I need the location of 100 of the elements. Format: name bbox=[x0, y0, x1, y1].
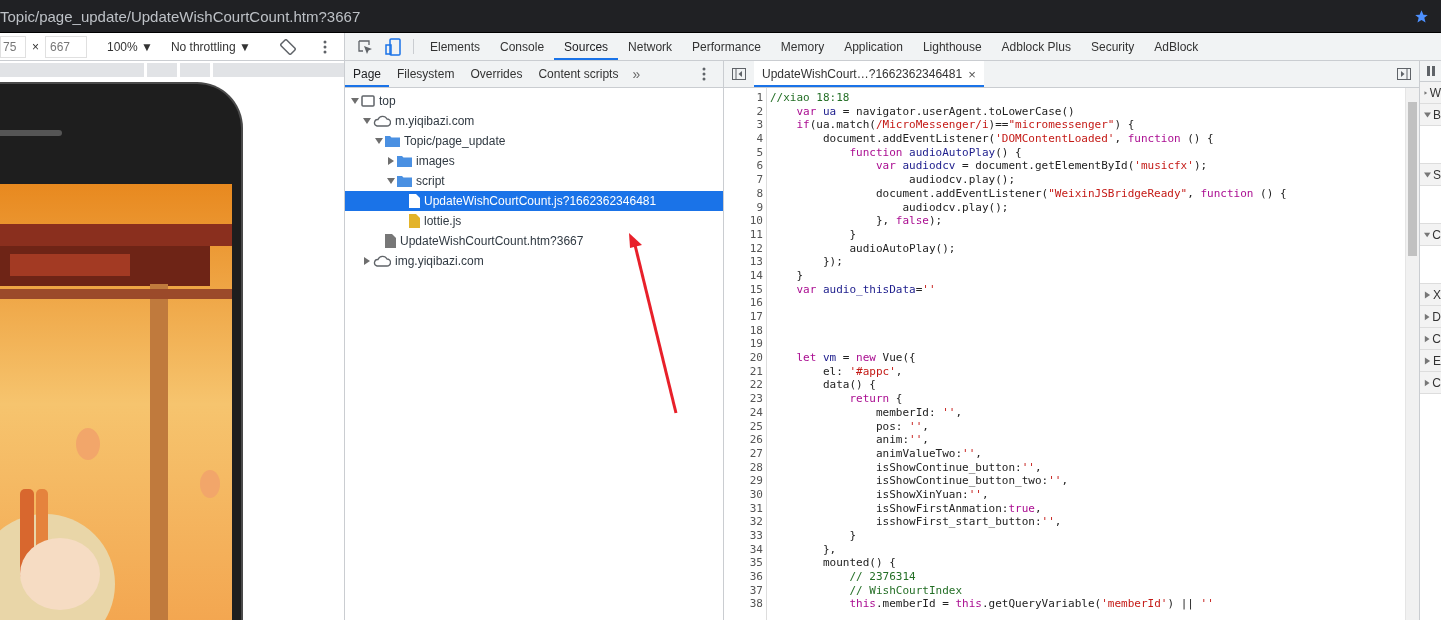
star-icon[interactable] bbox=[1414, 8, 1429, 24]
code-line: animValueTwo:'', bbox=[874, 446, 983, 461]
line-number: 9 bbox=[755, 200, 764, 215]
panel-tab[interactable]: Security bbox=[1080, 33, 1145, 60]
tree-item[interactable]: top bbox=[345, 91, 723, 111]
panel-tab[interactable]: Memory bbox=[770, 33, 835, 60]
tree-item[interactable]: img.yiqibazi.com bbox=[345, 251, 723, 271]
code-line: el: '#appc', bbox=[821, 364, 904, 379]
scrollbar[interactable] bbox=[1405, 88, 1419, 620]
collapsed-triangle-icon[interactable] bbox=[1424, 356, 1431, 365]
line-number: 5 bbox=[755, 145, 764, 160]
panel-tab[interactable]: Lighthouse bbox=[912, 33, 992, 60]
collapsed-triangle-icon[interactable] bbox=[387, 157, 395, 165]
line-number: 13 bbox=[748, 255, 764, 269]
code-line: var ua = navigator.userAgent.toLowerCase() bbox=[795, 104, 1076, 119]
line-number: 37 bbox=[748, 583, 764, 598]
line-number: 27 bbox=[748, 446, 764, 461]
sidebar-section-header[interactable]: C bbox=[1420, 372, 1441, 394]
line-number: 30 bbox=[748, 487, 764, 502]
code-line: pos: '', bbox=[874, 419, 930, 434]
line-number: 17 bbox=[748, 310, 764, 324]
panel-tab[interactable]: Adblock Plus bbox=[991, 33, 1081, 60]
url-text[interactable]: Topic/page_update/UpdateWishCourtCount.htm?3667 bbox=[0, 7, 361, 25]
tree-item[interactable]: UpdateWishCourtCount.js?1662362346481 bbox=[345, 191, 723, 211]
line-number: 31 bbox=[748, 501, 764, 516]
navigator-tab[interactable]: Page bbox=[345, 61, 390, 87]
code-line: } bbox=[848, 529, 858, 543]
line-number: 38 bbox=[748, 597, 764, 612]
height-field[interactable]: 667 bbox=[45, 35, 87, 58]
tree-item[interactable]: images bbox=[345, 151, 723, 171]
code-line: } bbox=[848, 227, 858, 242]
panel-tab[interactable]: Network bbox=[618, 33, 683, 60]
panel-tab[interactable]: Performance bbox=[682, 33, 771, 60]
code-line: isShowFirstAnmation:true, bbox=[874, 501, 1043, 516]
code-line: isShowContinue_button_two:'', bbox=[874, 474, 1070, 488]
line-number: 10 bbox=[748, 214, 764, 228]
expanded-triangle-icon[interactable] bbox=[351, 97, 359, 105]
line-number: 34 bbox=[748, 542, 764, 557]
panel-tab[interactable]: Elements bbox=[420, 33, 491, 60]
panel-tab[interactable]: AdBlock bbox=[1144, 33, 1209, 60]
navigator-tab[interactable]: Overrides bbox=[462, 61, 531, 87]
expanded-triangle-icon[interactable] bbox=[1424, 230, 1431, 239]
line-number: 6 bbox=[755, 159, 764, 174]
frame-icon bbox=[361, 95, 375, 107]
more-tabs-button[interactable]: » bbox=[626, 61, 647, 87]
code-line: memberId: '', bbox=[874, 405, 964, 420]
navigator-tab[interactable]: Filesystem bbox=[389, 61, 463, 87]
cloud-icon bbox=[373, 115, 391, 127]
collapsed-triangle-icon[interactable] bbox=[1424, 290, 1431, 299]
line-number: 33 bbox=[748, 529, 764, 543]
line-number: 7 bbox=[755, 173, 764, 187]
line-number: 20 bbox=[748, 351, 764, 365]
folder-icon bbox=[397, 175, 412, 187]
collapsed-triangle-icon[interactable] bbox=[1424, 334, 1431, 343]
sidebar-section-header[interactable]: W bbox=[1420, 82, 1441, 104]
code-line: function audioAutoPlay() { bbox=[848, 145, 1023, 160]
code-line: this.memberId = this.getQueryVariable('memberId') || '' bbox=[848, 597, 1215, 612]
code-line: isshowFirst_start_button:'', bbox=[874, 515, 1063, 529]
collapsed-triangle-icon[interactable] bbox=[1424, 88, 1428, 97]
sidebar-section-header[interactable]: S bbox=[1420, 164, 1441, 186]
tree-item[interactable]: Topic/page_update bbox=[345, 131, 723, 151]
expanded-triangle-icon[interactable] bbox=[375, 137, 383, 145]
pause-icon[interactable] bbox=[1426, 66, 1435, 76]
code-line: audiodcv.play(); bbox=[908, 173, 1017, 187]
collapsed-triangle-icon[interactable] bbox=[363, 257, 371, 265]
line-number: 16 bbox=[748, 296, 764, 310]
line-number: 25 bbox=[748, 419, 764, 434]
zoom-dropdown[interactable]: 100% ▼ bbox=[101, 39, 159, 54]
expanded-triangle-icon[interactable] bbox=[1424, 110, 1431, 119]
width-field[interactable]: 75 bbox=[0, 35, 26, 58]
sidebar-section-header[interactable]: X bbox=[1420, 284, 1441, 306]
sidebar-section-header[interactable]: D bbox=[1420, 306, 1441, 328]
code-line: }, bbox=[821, 542, 838, 557]
line-number: 14 bbox=[748, 268, 764, 283]
expanded-triangle-icon[interactable] bbox=[387, 177, 395, 185]
sidebar-section-header[interactable]: B bbox=[1420, 104, 1441, 126]
expanded-triangle-icon[interactable] bbox=[363, 117, 371, 125]
collapsed-triangle-icon[interactable] bbox=[1424, 312, 1431, 321]
expanded-triangle-icon[interactable] bbox=[1424, 170, 1431, 179]
line-number: 11 bbox=[748, 227, 764, 242]
collapsed-triangle-icon[interactable] bbox=[1424, 378, 1431, 387]
tree-item[interactable]: lottie.js bbox=[345, 211, 723, 231]
sidebar-section-header[interactable]: C bbox=[1420, 328, 1441, 350]
code-line: }); bbox=[821, 255, 844, 269]
file-tab[interactable]: UpdateWishCourt…?1662362346481 × bbox=[754, 61, 984, 87]
file-icon bbox=[385, 234, 396, 248]
panel-tab[interactable]: Console bbox=[490, 33, 555, 60]
tree-item[interactable]: UpdateWishCourtCount.htm?3667 bbox=[345, 231, 723, 251]
navigator-tab[interactable]: Content scripts bbox=[530, 61, 627, 87]
panel-tab[interactable]: Application bbox=[834, 33, 913, 60]
code-line: document.addEventListener("WeixinJSBridgeReady", function () { bbox=[874, 186, 1288, 201]
tree-item[interactable]: script bbox=[345, 171, 723, 191]
times-sign: × bbox=[32, 39, 39, 54]
code-line: document.addEventListener('DOMContentLoaded', function () { bbox=[821, 132, 1215, 146]
code-line: // 2376314 bbox=[848, 570, 917, 584]
tree-item[interactable]: m.yiqibazi.com bbox=[345, 111, 723, 131]
sidebar-section-header[interactable]: C bbox=[1420, 224, 1441, 246]
code-line: //xiao 18:18 bbox=[769, 91, 851, 105]
sidebar-section-header[interactable]: E bbox=[1420, 350, 1441, 372]
throttling-dropdown[interactable]: No throttling ▼ bbox=[164, 39, 257, 54]
